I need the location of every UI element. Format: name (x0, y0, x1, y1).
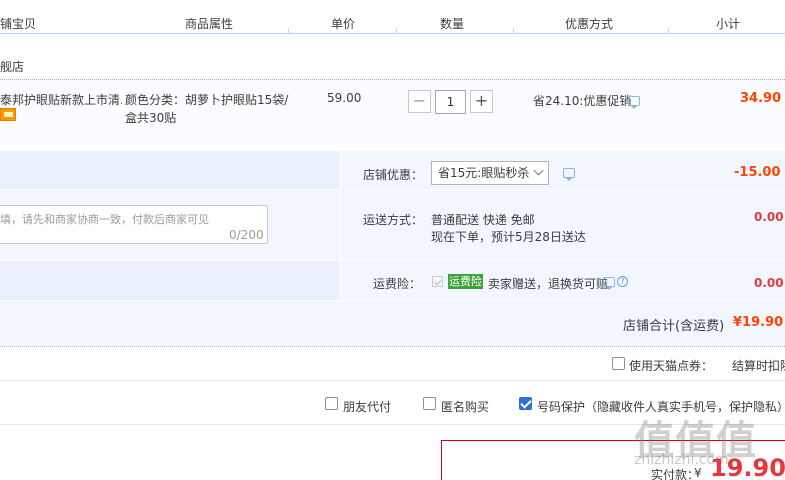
item-attributes: 颜色分类：胡萝卜护眼贴15袋/盒共30贴 (125, 93, 289, 125)
unit-price: 59.00 (327, 91, 362, 105)
friend-pay-checkbox[interactable] (325, 397, 338, 410)
item-promo: 省24.10:优惠促销 (533, 94, 632, 108)
chevron-down-icon (533, 165, 544, 176)
shipping-eta: 现在下单，预计5月28日送达 (431, 230, 586, 244)
insurance-tag: 运费险 (448, 274, 483, 289)
payment-label: 实付款： (651, 468, 700, 480)
discount-label: 店铺优惠： (363, 168, 424, 182)
shop-name[interactable]: 舰店 (0, 58, 24, 75)
checkout-page: 铺宝贝 商品属性 单价 数量 优惠方式 小计 舰店 泰邦护眼贴新款上市清... … (0, 0, 785, 480)
anonymous-checkbox[interactable] (423, 397, 436, 410)
col-subtotal-header: 小计 (716, 17, 741, 31)
col-price-header: 单价 (331, 17, 356, 31)
insurance-amount: 0.00 (754, 276, 784, 290)
insurance-label: 运费险： (373, 277, 422, 291)
item-subtotal: 34.90 (740, 91, 782, 106)
number-protect-checkbox[interactable] (519, 397, 532, 410)
insurance-message-icon[interactable] (603, 277, 615, 290)
discount-selected: 省15元:眼贴秒杀 (438, 166, 530, 180)
col-qty-header: 数量 (440, 17, 465, 31)
shop-total-amount: ¥19.90 (733, 315, 784, 330)
watermark-url: zhizhizhi.com (634, 452, 729, 468)
promo-message-icon[interactable] (628, 96, 640, 109)
credit-card-icon (0, 108, 16, 121)
discount-amount: -15.00 (734, 165, 781, 180)
item-title-link[interactable]: 泰邦护眼贴新款上市清... (0, 91, 122, 107)
tmall-points-checkbox[interactable] (612, 357, 625, 370)
shop-total-label: 店铺合计(含运费) (623, 319, 725, 334)
anonymous-label: 匿名购买 (441, 400, 490, 414)
col-promo-header: 优惠方式 (565, 17, 614, 31)
col-item-header: 铺宝贝 (0, 17, 37, 31)
discount-message-icon[interactable] (563, 168, 575, 181)
shipping-method: 普通配送 快递 免邮 (431, 213, 535, 227)
qty-increase-button[interactable]: + (470, 90, 493, 113)
qty-decrease-button[interactable]: − (408, 90, 431, 113)
memo-char-count: 0/200 (229, 228, 264, 242)
payment-currency: ¥ (694, 466, 702, 480)
settle-deduct-text: 结算时扣除 (732, 359, 785, 373)
item-row (0, 79, 785, 143)
memo-placeholder: 填，请先和商家协商一致，付款后商家可见 (0, 213, 209, 226)
col-attr-header: 商品属性 (185, 17, 234, 31)
column-header: 铺宝贝 商品属性 单价 数量 优惠方式 小计 (0, 0, 785, 34)
help-icon[interactable]: ? (617, 276, 628, 287)
friend-pay-label: 朋友代付 (343, 400, 392, 414)
discount-select[interactable]: 省15元:眼贴秒杀 (431, 161, 549, 185)
shipping-amount: 0.00 (754, 210, 784, 224)
insurance-text: 卖家赠送，退换货可赔 (488, 277, 609, 291)
tmall-points-label: 使用天猫点券： (629, 359, 714, 373)
qty-input[interactable]: 1 (435, 90, 466, 114)
insurance-checkbox (432, 276, 443, 287)
shipping-label: 运送方式： (363, 213, 424, 227)
